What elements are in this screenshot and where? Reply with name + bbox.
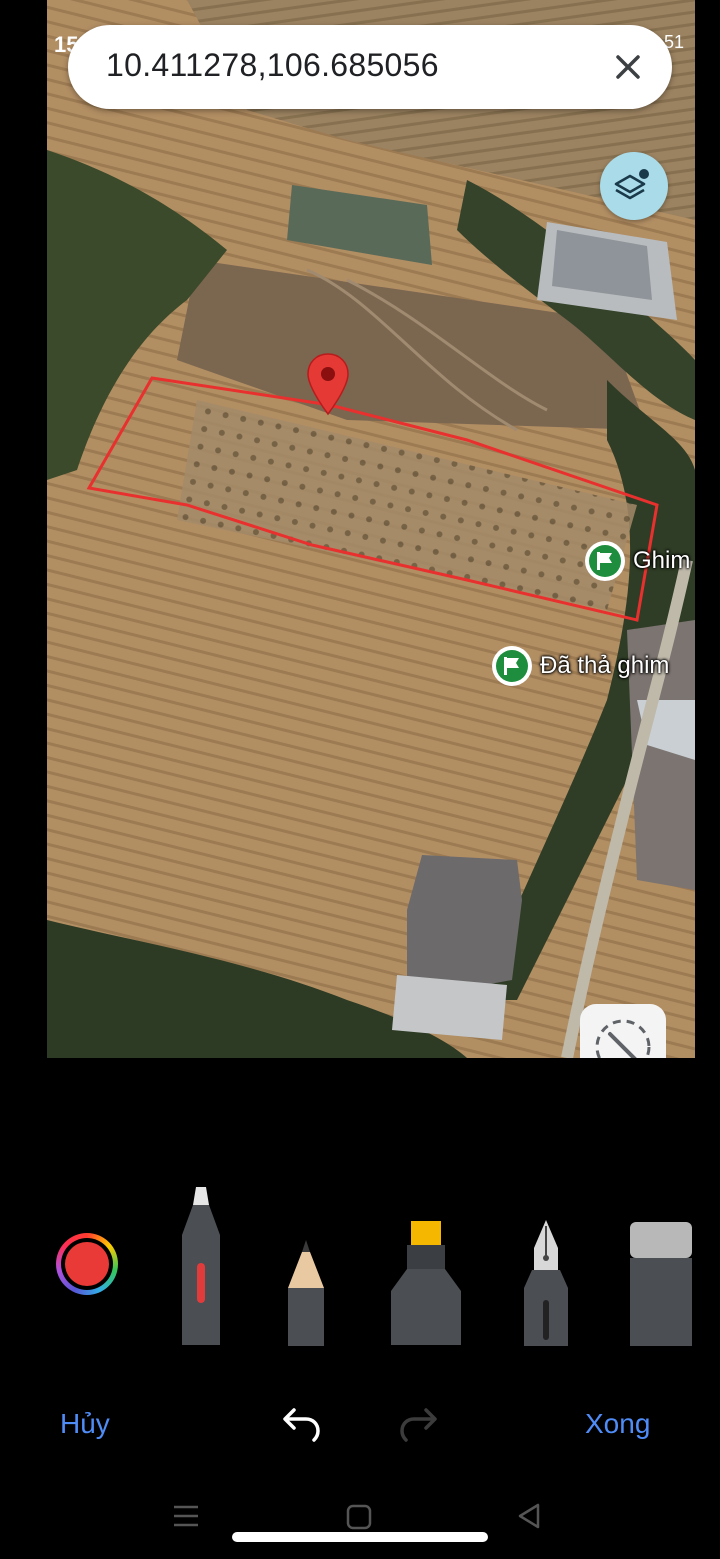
- recent-apps-icon[interactable]: [172, 1502, 200, 1530]
- fountain-pen-tool[interactable]: [522, 1218, 570, 1346]
- layers-button[interactable]: [600, 152, 668, 220]
- search-bar[interactable]: 10.411278,106.685056: [68, 25, 672, 109]
- flag-pin-ghim[interactable]: Ghim: [585, 541, 690, 581]
- compass-button[interactable]: [580, 1004, 666, 1058]
- satellite-map[interactable]: [47, 0, 695, 1058]
- selected-color-swatch: [65, 1242, 109, 1286]
- home-indicator[interactable]: [232, 1532, 488, 1542]
- flag-icon: [585, 541, 625, 581]
- redo-icon[interactable]: [396, 1405, 444, 1445]
- flag-pin-dropped[interactable]: Đã thả ghim: [492, 646, 669, 686]
- highlighter-tool[interactable]: [389, 1221, 463, 1345]
- flag-icon: [492, 646, 532, 686]
- satellite-terrain: [47, 0, 695, 1058]
- map-marker-icon[interactable]: [304, 352, 352, 416]
- close-icon[interactable]: [604, 43, 652, 91]
- compass-clip: [47, 1004, 695, 1058]
- color-picker-button[interactable]: [56, 1233, 118, 1295]
- search-query[interactable]: 10.411278,106.685056: [106, 47, 439, 84]
- pencil-tool[interactable]: [284, 1238, 328, 1346]
- flag-label: Đã thả ghim: [540, 652, 670, 679]
- done-button[interactable]: Xong: [585, 1408, 650, 1440]
- back-icon[interactable]: [516, 1502, 544, 1530]
- undo-icon[interactable]: [276, 1405, 324, 1445]
- layers-icon: [614, 169, 649, 200]
- pen-tool[interactable]: [178, 1185, 224, 1345]
- home-icon[interactable]: [345, 1503, 373, 1531]
- eraser-tool[interactable]: [628, 1220, 692, 1346]
- compass-icon: [595, 1019, 651, 1058]
- flag-label: Ghim: [633, 547, 691, 574]
- cancel-button[interactable]: Hủy: [60, 1408, 110, 1440]
